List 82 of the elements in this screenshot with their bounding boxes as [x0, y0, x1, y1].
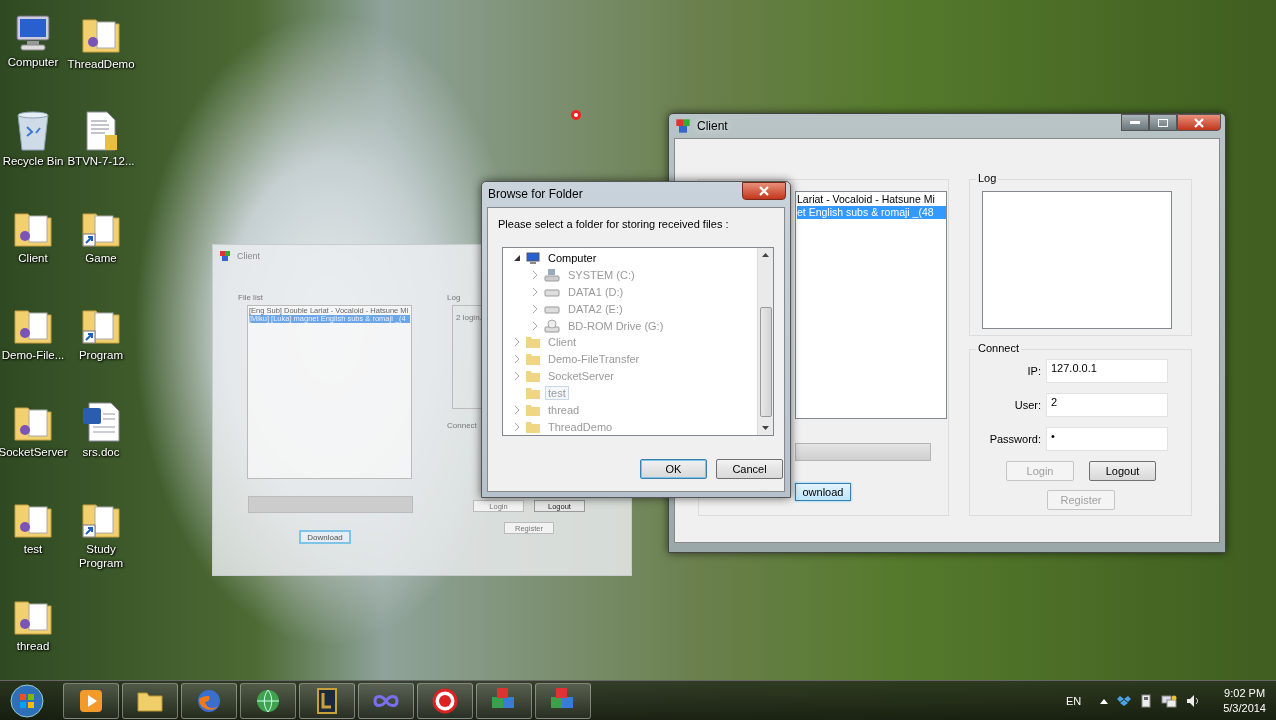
folder-icon — [526, 403, 540, 416]
maximize-button[interactable] — [1149, 114, 1177, 131]
speaker-icon[interactable] — [1186, 693, 1201, 708]
computer-icon[interactable] — [13, 14, 53, 52]
device-icon[interactable] — [1140, 693, 1153, 708]
group-label: Connect — [976, 342, 1021, 354]
input-field[interactable]: • — [1046, 427, 1168, 451]
scroll-up-icon[interactable] — [762, 253, 769, 257]
field-label: IP: — [1026, 365, 1041, 377]
group-label: Log — [447, 293, 461, 302]
computer-icon — [526, 251, 540, 265]
scrollbar-thumb[interactable] — [759, 307, 772, 417]
group-label: Connect — [447, 421, 477, 430]
field-label: Password: — [988, 433, 1041, 445]
window-button[interactable]: Logout — [1089, 461, 1156, 481]
folder-icon — [526, 420, 540, 433]
input-field[interactable]: 2 — [1046, 393, 1168, 417]
dialog-title: Browse for Folder — [488, 187, 583, 201]
taskbar-button[interactable] — [240, 682, 296, 719]
scrollbar[interactable] — [757, 248, 773, 435]
close-button[interactable] — [1177, 114, 1221, 131]
desktop-icon-label[interactable]: thread — [16, 639, 50, 653]
desktop-icon-label[interactable]: Client — [18, 251, 48, 265]
trash-bin-icon[interactable] — [16, 111, 50, 151]
cursor-dot-icon — [570, 109, 582, 121]
dialog-prompt: Please select a folder for storing received files : — [498, 218, 730, 230]
close-icon — [759, 186, 769, 196]
desktop-icon-label[interactable]: Recycle Bin — [2, 154, 64, 168]
drive-icon — [544, 268, 560, 283]
file-list-item[interactable]: Lariat - Vocaloid - Hatsune Mi — [797, 193, 946, 206]
document-icon[interactable] — [81, 402, 121, 442]
network-icon[interactable] — [1161, 693, 1178, 708]
tree-item[interactable]: Computer — [545, 251, 600, 266]
input-field[interactable]: 127.0.0.1 — [1046, 359, 1168, 383]
window-title: Client — [697, 119, 728, 133]
box-icon[interactable] — [1117, 693, 1132, 708]
close-button[interactable] — [742, 182, 786, 200]
language-indicator[interactable]: EN — [1065, 694, 1082, 707]
desktop-icon-label[interactable]: ThreadDemo — [67, 57, 135, 71]
disc-drive-icon — [544, 318, 560, 333]
taskbar-button[interactable] — [122, 682, 178, 719]
field-label: User: — [1013, 399, 1041, 411]
desktop-icon-label[interactable]: Study Program — [66, 542, 136, 570]
desktop-icon-label[interactable]: BTVN-7-12... — [67, 154, 135, 168]
clock-date[interactable]: 5/3/2014 — [1223, 700, 1266, 716]
desktop-icon-label[interactable]: srs.doc — [82, 445, 120, 459]
file-list[interactable]: Lariat - Vocaloid - Hatsune Mi et English subs & romaji _(48 — [795, 191, 947, 419]
download-button[interactable]: ownload — [795, 483, 851, 501]
taskbar-button[interactable] — [299, 682, 355, 719]
drive-icon — [544, 287, 560, 298]
app-icon — [219, 250, 231, 262]
taskbar-button[interactable] — [63, 682, 119, 719]
log-text: 2 login. — [456, 313, 482, 322]
record-icon — [431, 686, 459, 715]
chevron-up-icon[interactable] — [1100, 697, 1109, 704]
window-title: Client — [237, 251, 260, 261]
app-icon — [675, 118, 691, 134]
folder-icon — [526, 370, 540, 383]
group-label: File list — [238, 293, 263, 302]
desktop-icon-label[interactable]: Program — [78, 348, 124, 362]
dialog-button[interactable]: OK — [640, 459, 707, 479]
expander-icon[interactable] — [513, 254, 521, 263]
folder-icon — [526, 353, 540, 366]
desktop-icon-label[interactable]: Computer — [7, 55, 59, 69]
drive-icon — [544, 303, 560, 314]
folder-icon — [526, 386, 540, 399]
start-orb-icon — [10, 683, 44, 718]
scroll-down-icon[interactable] — [762, 426, 769, 430]
minimize-button[interactable] — [1121, 114, 1149, 131]
folder-icon — [526, 336, 540, 349]
group-label: Log — [976, 172, 999, 184]
download-button[interactable]: Download — [299, 530, 351, 544]
desktop-icon-label[interactable]: test — [23, 542, 43, 556]
minimize-icon — [1130, 120, 1140, 125]
clock-time[interactable]: 9:02 PM — [1224, 685, 1266, 701]
desktop-icon-label[interactable]: Game — [85, 251, 117, 265]
close-icon — [1194, 117, 1204, 128]
desktop-icon-label[interactable]: Demo-File... — [1, 348, 65, 362]
document-icon[interactable] — [83, 111, 119, 151]
dialog-button[interactable]: Cancel — [716, 459, 783, 479]
taskbar-button[interactable] — [417, 682, 473, 719]
maximize-icon — [1158, 118, 1168, 127]
